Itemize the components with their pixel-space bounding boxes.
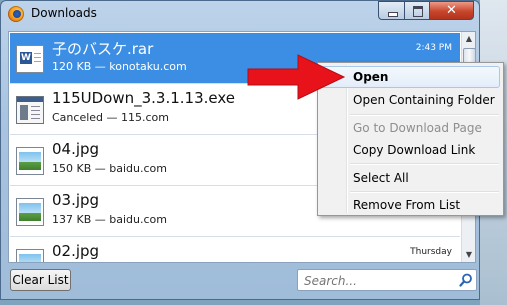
download-name: 子のバスケ.rar <box>52 40 154 58</box>
menu-separator <box>350 163 499 165</box>
image-file-icon <box>16 147 44 175</box>
scroll-down-icon[interactable]: ▼ <box>462 248 475 262</box>
maximize-button[interactable] <box>404 1 430 20</box>
clear-list-button[interactable]: Clear List <box>10 269 71 291</box>
minimize-button[interactable] <box>378 1 405 20</box>
download-status: 120 KB — konotaku.com <box>52 60 187 73</box>
download-item[interactable]: 02.jpg Thursday <box>10 237 460 262</box>
menu-separator <box>350 191 499 193</box>
red-arrow-icon <box>247 54 346 100</box>
download-status: 137 KB — baidu.com <box>52 213 167 226</box>
download-time: Thursday <box>410 247 452 257</box>
download-name: 115UDown_3.3.1.13.exe <box>52 89 236 107</box>
menu-item-open[interactable]: Open <box>321 66 500 88</box>
search-icon[interactable] <box>459 273 473 287</box>
download-name: 02.jpg <box>52 242 100 260</box>
menu-separator <box>350 114 499 116</box>
close-icon: ✕ <box>446 3 457 18</box>
minimize-icon <box>388 12 398 17</box>
maximize-icon <box>413 6 423 17</box>
executable-icon <box>16 96 44 124</box>
menu-item-open-containing-folder[interactable]: Open Containing Folder <box>321 89 500 111</box>
download-name: 04.jpg <box>52 140 100 158</box>
image-file-icon <box>16 249 44 262</box>
image-file-icon <box>16 198 44 226</box>
search-box[interactable] <box>297 269 477 291</box>
download-status: Canceled — 115.com <box>52 111 169 124</box>
scroll-up-icon[interactable]: ▲ <box>462 32 475 46</box>
close-button[interactable]: ✕ <box>429 1 474 20</box>
menu-item-remove-from-list[interactable]: Remove From List <box>321 194 500 216</box>
menu-item-select-all[interactable]: Select All <box>321 167 500 189</box>
download-time: 2:43 PM <box>415 43 452 53</box>
download-name: 03.jpg <box>52 191 100 209</box>
word-document-icon: W <box>16 45 44 73</box>
menu-item-copy-download-link[interactable]: Copy Download Link <box>321 139 500 161</box>
search-input[interactable] <box>302 271 454 291</box>
firefox-icon <box>8 6 24 22</box>
menu-item-go-to-download-page[interactable]: Go to Download Page <box>321 117 500 139</box>
download-status: 150 KB — baidu.com <box>52 162 167 175</box>
window-title: Downloads <box>31 6 97 20</box>
